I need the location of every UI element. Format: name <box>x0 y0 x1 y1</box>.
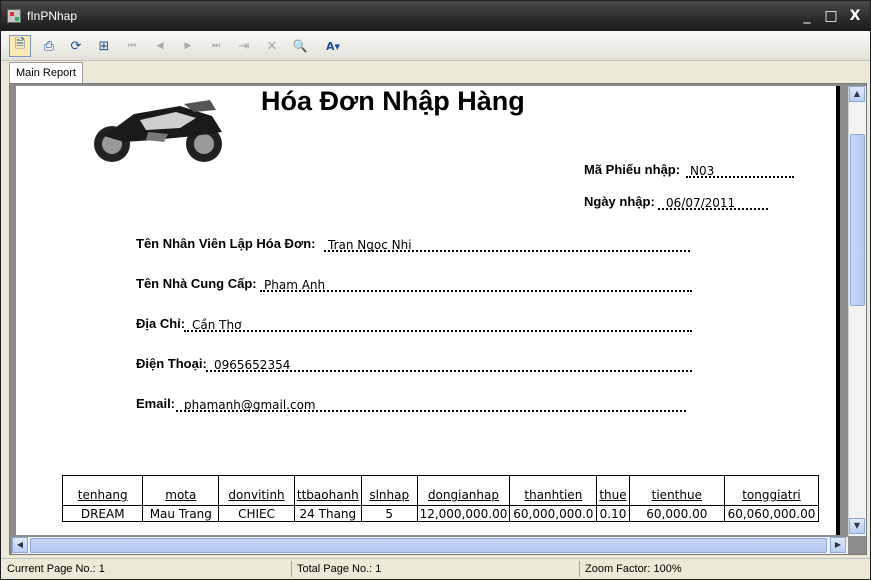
title-bar[interactable]: fInPNhap _ □ X <box>1 1 870 31</box>
horizontal-scrollbar[interactable]: ◀ ▶ <box>12 537 848 554</box>
vertical-scrollbar[interactable]: ▲ ▼ <box>848 86 866 536</box>
find-icon[interactable]: 🔍 <box>289 35 311 57</box>
cell-donvitinh: CHIEC <box>218 505 295 522</box>
scroll-right-icon[interactable]: ▶ <box>830 537 846 553</box>
cell-tienthue: 60,000.00 <box>628 505 725 522</box>
report-viewer: Hóa Đơn Nhập Hàng Mã Phiếu nhập: N03 Ngà… <box>9 83 867 555</box>
cell-dongianhap: 12,000,000.00 <box>416 505 511 522</box>
window-title: fInPNhap <box>27 9 78 23</box>
col-donvitinh: donvitinh <box>218 475 295 506</box>
app-icon <box>7 9 21 23</box>
cell-thue: 0.10 <box>596 505 630 522</box>
total-page-status: Total Page No.: 1 <box>297 563 382 575</box>
dotted-line <box>324 250 690 252</box>
next-page-icon[interactable]: ▶ <box>177 35 199 57</box>
col-tonggiatri: tonggiatri <box>723 475 820 506</box>
maximize-button[interactable]: □ <box>823 9 839 23</box>
status-divider <box>579 561 580 577</box>
table-row: DREAM Mau Trang CHIEC 24 Thang 5 12,000,… <box>61 505 820 522</box>
close-button[interactable]: X <box>847 9 863 23</box>
cell-tenhang: DREAM <box>61 505 144 522</box>
horizontal-scroll-thumb[interactable] <box>30 538 827 553</box>
cell-mota: Mau Trang <box>142 505 220 522</box>
tab-main-report[interactable]: Main Report <box>9 62 83 83</box>
col-mota: mota <box>142 475 220 506</box>
col-tenhang: tenhang <box>61 475 144 506</box>
ngay-nhap-label: Ngày nhập: <box>584 194 655 209</box>
scroll-up-icon[interactable]: ▲ <box>849 86 865 102</box>
dotted-line <box>176 410 686 412</box>
status-divider <box>291 561 292 577</box>
toggle-tree-icon[interactable]: ⊞ <box>93 35 115 57</box>
scroll-down-icon[interactable]: ▼ <box>849 518 865 534</box>
previous-page-icon[interactable]: ◀ <box>149 35 171 57</box>
col-slnhap: slnhap <box>360 475 418 506</box>
report-title: Hóa Đơn Nhập Hàng <box>261 86 525 116</box>
dien-thoai-label: Điện Thoại: <box>136 356 207 371</box>
cell-ttbaohanh: 24 Thang <box>293 505 362 522</box>
items-table: tenhang mota donvitinh ttbaohanh slnhap … <box>61 475 820 522</box>
report-viewer-window: fInPNhap _ □ X 🗎 ⎙ ⟳ ⊞ ⏮ ◀ ▶ ⏭ ⇥ ✕ 🔍 A▾ … <box>0 0 871 580</box>
dotted-line <box>686 176 794 178</box>
nhanvien-label: Tên Nhân Viên Lập Hóa Đơn: <box>136 236 316 251</box>
vertical-scroll-thumb[interactable] <box>850 134 865 306</box>
motorcycle-image <box>94 100 222 162</box>
cell-slnhap: 5 <box>360 505 418 522</box>
col-thanhtien: thanhtien <box>509 475 598 506</box>
status-bar: Current Page No.: 1 Total Page No.: 1 Zo… <box>1 558 870 579</box>
ma-phieu-label: Mã Phiếu nhập: <box>584 162 681 177</box>
zoom-factor-status: Zoom Factor: 100% <box>585 563 682 575</box>
minimize-button[interactable]: _ <box>799 9 815 23</box>
first-page-icon[interactable]: ⏮ <box>121 35 143 57</box>
zoom-icon[interactable]: A▾ <box>317 35 349 57</box>
stop-icon[interactable]: ✕ <box>261 35 283 57</box>
report-page: Hóa Đơn Nhập Hàng Mã Phiếu nhập: N03 Ngà… <box>16 86 840 535</box>
col-ttbaohanh: ttbaohanh <box>293 475 362 506</box>
toolbar: 🗎 ⎙ ⟳ ⊞ ⏮ ◀ ▶ ⏭ ⇥ ✕ 🔍 A▾ <box>1 31 870 61</box>
print-icon[interactable]: ⎙ <box>38 35 60 57</box>
dotted-line <box>184 330 692 332</box>
export-icon[interactable]: 🗎 <box>9 35 31 57</box>
current-page-status: Current Page No.: 1 <box>7 563 105 575</box>
email-label: Email: <box>136 396 176 411</box>
dia-chi-label: Địa Chỉ: <box>136 316 186 331</box>
dotted-line <box>206 370 692 372</box>
cell-thanhtien: 60,000,000.0 <box>509 505 598 522</box>
last-page-icon[interactable]: ⏭ <box>205 35 227 57</box>
dotted-line <box>658 208 768 210</box>
cell-tonggiatri: 60,060,000.00 <box>723 505 820 522</box>
col-tienthue: tienthue <box>628 475 725 506</box>
nha-cung-cap-label: Tên Nhà Cung Cấp: <box>136 276 257 291</box>
tab-strip: Main Report <box>1 61 870 83</box>
dotted-line <box>260 290 692 292</box>
col-thue: thue <box>596 475 630 506</box>
col-dongianhap: dongianhap <box>416 475 511 506</box>
table-header-row: tenhang mota donvitinh ttbaohanh slnhap … <box>61 475 820 506</box>
refresh-icon[interactable]: ⟳ <box>65 35 87 57</box>
scroll-left-icon[interactable]: ◀ <box>12 537 28 553</box>
goto-page-icon[interactable]: ⇥ <box>233 35 255 57</box>
